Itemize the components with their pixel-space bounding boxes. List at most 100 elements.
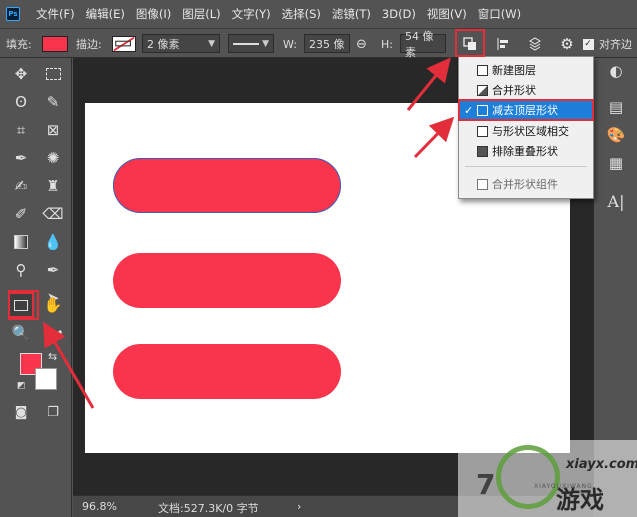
checkbox-checked-icon: ✓ (582, 38, 594, 50)
menu-bar: Ps 文件(F) 编辑(E) 图像(I) 图层(L) 文字(Y) 选择(S) 滤… (0, 0, 637, 28)
menu-layer[interactable]: 图层(L) (182, 6, 220, 22)
menu-edit[interactable]: 编辑(E) (86, 6, 125, 22)
stroke-line-preview (233, 42, 259, 45)
zoom-tool-icon[interactable]: 🔍 (10, 322, 32, 344)
menu-item-label: 与形状区域相交 (492, 125, 569, 138)
merge-components-icon (477, 178, 488, 190)
menu-filter[interactable]: 滤镜(T) (332, 6, 371, 22)
lasso-tool-icon[interactable]: ʘ (10, 91, 32, 113)
checkmark-icon: ✓ (464, 103, 474, 117)
right-panel-dock: ◐ ▤ 🎨 ▦ A| (593, 58, 637, 495)
rounded-rectangle-shape-1[interactable] (113, 158, 341, 213)
fill-label: 填充: (6, 38, 32, 51)
document-info: 文档:527.3K/0 字节 (158, 502, 259, 515)
brush-tool-icon[interactable]: ✍ (10, 175, 32, 197)
path-operations-menu: 新建图层 合并形状 ✓ 减去顶层形状 与形状区域相交 排除重叠形状 合并形状组件 (458, 56, 594, 199)
width-input[interactable]: 235 像 (304, 34, 350, 53)
menu-item-label: 减去顶层形状 (492, 104, 558, 117)
character-panel-icon[interactable]: A| (602, 190, 630, 212)
watermark-number: 7 (476, 468, 496, 501)
watermark-site: xiayx.com (566, 457, 637, 472)
menu-item-exclude-overlapping[interactable]: 排除重叠形状 (459, 141, 593, 161)
highlight-path-operations-button (455, 29, 485, 57)
menu-window[interactable]: 窗口(W) (478, 6, 521, 22)
blur-tool-icon[interactable]: 💧 (42, 231, 64, 253)
chevron-down-icon: ▼ (262, 38, 269, 49)
width-value: 235 像 (309, 37, 345, 51)
menu-item-label: 新建图层 (492, 64, 536, 77)
watermark-brand: 游戏 (556, 486, 604, 514)
chevron-down-icon: ▼ (208, 38, 215, 49)
path-alignment-button[interactable] (494, 29, 512, 59)
marquee-tool-icon[interactable] (42, 63, 64, 85)
frame-tool-icon[interactable]: ⊠ (42, 119, 64, 141)
stroke-width-value: 2 像素 (147, 37, 180, 51)
spot-healing-tool-icon[interactable]: ✺ (42, 147, 64, 169)
arrange-icon (529, 37, 541, 51)
photoshop-logo: Ps (6, 7, 20, 21)
menu-file[interactable]: 文件(F) (36, 6, 75, 22)
intersect-shapes-icon (477, 125, 488, 137)
gear-icon[interactable]: ⚙ (558, 29, 576, 59)
quick-mask-icon[interactable]: ◙ (10, 401, 32, 423)
menu-item-label: 合并形状 (492, 84, 536, 97)
menu-item-label: 合并形状组件 (492, 178, 558, 191)
default-colors-icon[interactable]: ◩ (17, 381, 26, 391)
menu-separator (465, 166, 587, 167)
history-brush-tool-icon[interactable]: ✐ (10, 203, 32, 225)
stroke-width-select[interactable]: 2 像素 ▼ (142, 34, 220, 53)
link-icon[interactable]: ⊖ (356, 29, 367, 59)
highlight-rectangle-tool (8, 290, 39, 320)
stroke-color-swatch[interactable] (112, 36, 136, 52)
height-input[interactable]: 54 像素 (400, 30, 446, 59)
menu-view[interactable]: 视图(V) (427, 6, 467, 22)
menu-item-intersect-shapes[interactable]: 与形状区域相交 (459, 121, 593, 141)
background-color-swatch[interactable] (35, 368, 57, 390)
menu-select[interactable]: 选择(S) (282, 6, 321, 22)
watermark-logo (496, 445, 560, 509)
stroke-label: 描边: (76, 38, 102, 51)
stroke-type-select[interactable]: ▼ (228, 34, 274, 53)
height-value: 54 像素 (405, 29, 434, 59)
width-label: W: (283, 37, 297, 51)
grid-panel-icon[interactable]: ▦ (602, 152, 630, 174)
menu-image[interactable]: 图像(I) (136, 6, 171, 22)
menu-3d[interactable]: 3D(D) (382, 7, 416, 21)
eraser-tool-icon[interactable]: ⌫ (42, 203, 64, 225)
gradient-tool-icon[interactable] (10, 231, 32, 253)
quick-selection-tool-icon[interactable]: ✎ (42, 91, 64, 113)
menu-item-label: 排除重叠形状 (492, 145, 558, 158)
move-tool-icon[interactable]: ✥ (10, 63, 32, 85)
align-icon (497, 38, 508, 50)
swap-colors-icon[interactable]: ⇆ (48, 350, 57, 363)
swatches-panel-icon[interactable]: 🎨 (602, 124, 630, 146)
eyedropper-tool-icon[interactable]: ✒ (10, 147, 32, 169)
rounded-rectangle-shape-3[interactable] (113, 344, 341, 399)
more-tools-icon[interactable]: ••• (42, 322, 64, 344)
menu-item-merge-shape-components[interactable]: 合并形状组件 (459, 174, 593, 194)
zoom-level[interactable]: 96.8% (82, 500, 117, 513)
menu-item-combine-shapes[interactable]: 合并形状 (459, 80, 593, 100)
clone-stamp-tool-icon[interactable]: ♜ (42, 175, 64, 197)
history-panel-icon[interactable]: ▤ (602, 96, 630, 118)
screen-mode-icon[interactable]: ❐ (42, 401, 64, 423)
color-panel-icon[interactable]: ◐ (602, 60, 630, 82)
path-arrangement-button[interactable] (524, 29, 546, 59)
subtract-shape-icon (477, 104, 488, 116)
menu-item-new-layer[interactable]: 新建图层 (459, 60, 593, 80)
status-menu-arrow[interactable]: › (297, 500, 301, 513)
hand-tool-icon[interactable]: ✋ (42, 294, 64, 316)
tools-panel: ✥ ʘ ✎ ⌗ ⊠ ✒ ✺ ✍ ♜ ✐ ⌫ 💧 ⚲ ✒ T ➤ ✋ 🔍 ••• … (0, 58, 72, 517)
fill-color-swatch[interactable] (42, 36, 68, 52)
pen-tool-icon[interactable]: ✒ (42, 259, 64, 281)
rounded-rectangle-shape-2[interactable] (113, 253, 341, 308)
options-bar: 填充: 描边: 2 像素 ▼ ▼ W: 235 像 ⊖ H: 54 像素 ⚙ ✓… (0, 28, 637, 59)
menu-item-subtract-front-shape[interactable]: ✓ 减去顶层形状 (458, 99, 594, 121)
height-label: H: (381, 37, 393, 51)
exclude-overlapping-icon (477, 145, 488, 157)
dodge-tool-icon[interactable]: ⚲ (10, 259, 32, 281)
menu-type[interactable]: 文字(Y) (232, 6, 271, 22)
new-layer-icon (477, 64, 488, 76)
crop-tool-icon[interactable]: ⌗ (10, 119, 32, 141)
align-edges-checkbox[interactable]: ✓ (582, 29, 594, 59)
